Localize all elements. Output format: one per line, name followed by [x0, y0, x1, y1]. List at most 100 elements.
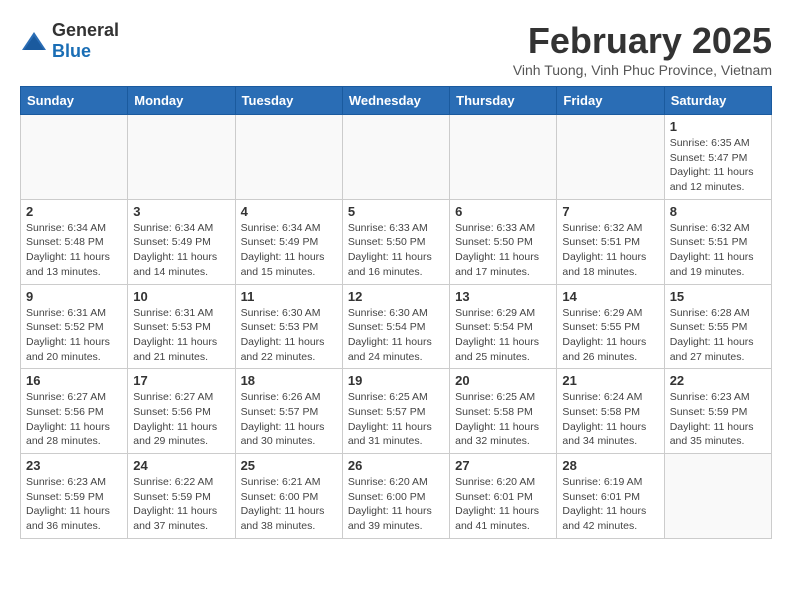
calendar-cell: 3Sunrise: 6:34 AMSunset: 5:49 PMDaylight…: [128, 199, 235, 284]
day-info: Sunrise: 6:23 AMSunset: 5:59 PMDaylight:…: [670, 390, 766, 449]
calendar-cell: 8 Sunrise: 6:32 AMSunset: 5:51 PMDaylight…: [664, 199, 771, 284]
day-header-thursday: Thursday: [450, 87, 557, 115]
day-number: 13: [455, 289, 551, 304]
day-number: 27: [455, 458, 551, 473]
day-info: Sunrise: 6:35 AMSunset: 5:47 PMDaylight:…: [670, 136, 766, 195]
header: General Blue February 2025 Vinh Tuong, V…: [20, 20, 772, 78]
day-info: Sunrise: 6:34 AMSunset: 5:48 PMDaylight:…: [26, 221, 122, 280]
day-header-wednesday: Wednesday: [342, 87, 449, 115]
day-info: Sunrise: 6:21 AMSunset: 6:00 PMDaylight:…: [241, 475, 337, 534]
calendar-cell: 19Sunrise: 6:25 AMSunset: 5:57 PMDayligh…: [342, 369, 449, 454]
day-info: Sunrise: 6:34 AMSunset: 5:49 PMDaylight:…: [133, 221, 229, 280]
day-number: 20: [455, 373, 551, 388]
logo-icon: [20, 30, 48, 52]
day-info: Sunrise: 6:26 AMSunset: 5:57 PMDaylight:…: [241, 390, 337, 449]
day-headers-row: SundayMondayTuesdayWednesdayThursdayFrid…: [21, 87, 772, 115]
day-info: Sunrise: 6:24 AMSunset: 5:58 PMDaylight:…: [562, 390, 658, 449]
day-number: 24: [133, 458, 229, 473]
week-row-3: 9 Sunrise: 6:31 AMSunset: 5:52 PMDaylight…: [21, 284, 772, 369]
calendar-subtitle: Vinh Tuong, Vinh Phuc Province, Vietnam: [513, 62, 772, 78]
calendar-table: SundayMondayTuesdayWednesdayThursdayFrid…: [20, 86, 772, 539]
calendar-cell: 11 Sunrise: 6:30 AMSunset: 5:53 PMDayligh…: [235, 284, 342, 369]
calendar-cell: 14Sunrise: 6:29 AMSunset: 5:55 PMDayligh…: [557, 284, 664, 369]
day-number: 6: [455, 204, 551, 219]
day-info: Sunrise: 6:31 AMSunset: 5:53 PMDaylight:…: [133, 306, 229, 365]
day-number: 9: [26, 289, 122, 304]
day-info: Sunrise: 6:32 AMSunset: 5:51 PMDaylight:…: [670, 221, 766, 280]
calendar-cell: 25 Sunrise: 6:21 AMSunset: 6:00 PMDayligh…: [235, 454, 342, 539]
day-info: Sunrise: 6:20 AMSunset: 6:00 PMDaylight:…: [348, 475, 444, 534]
calendar-cell: 7 Sunrise: 6:32 AMSunset: 5:51 PMDaylight…: [557, 199, 664, 284]
day-number: 19: [348, 373, 444, 388]
logo-blue: Blue: [52, 41, 91, 61]
day-info: Sunrise: 6:30 AMSunset: 5:54 PMDaylight:…: [348, 306, 444, 365]
day-info: Sunrise: 6:33 AMSunset: 5:50 PMDaylight:…: [348, 221, 444, 280]
logo-general: General: [52, 20, 119, 40]
day-number: 11: [241, 289, 337, 304]
day-number: 15: [670, 289, 766, 304]
day-number: 28: [562, 458, 658, 473]
day-info: Sunrise: 6:25 AMSunset: 5:58 PMDaylight:…: [455, 390, 551, 449]
day-number: 25: [241, 458, 337, 473]
day-number: 5: [348, 204, 444, 219]
day-number: 17: [133, 373, 229, 388]
day-number: 1: [670, 119, 766, 134]
day-number: 14: [562, 289, 658, 304]
day-info: Sunrise: 6:34 AMSunset: 5:49 PMDaylight:…: [241, 221, 337, 280]
day-number: 10: [133, 289, 229, 304]
calendar-cell: 21Sunrise: 6:24 AMSunset: 5:58 PMDayligh…: [557, 369, 664, 454]
day-header-sunday: Sunday: [21, 87, 128, 115]
day-header-tuesday: Tuesday: [235, 87, 342, 115]
week-row-2: 2Sunrise: 6:34 AMSunset: 5:48 PMDaylight…: [21, 199, 772, 284]
calendar-cell: [235, 115, 342, 200]
calendar-cell: 27 Sunrise: 6:20 AMSunset: 6:01 PMDayligh…: [450, 454, 557, 539]
calendar-cell: 15 Sunrise: 6:28 AMSunset: 5:55 PMDayligh…: [664, 284, 771, 369]
day-info: Sunrise: 6:29 AMSunset: 5:54 PMDaylight:…: [455, 306, 551, 365]
day-info: Sunrise: 6:30 AMSunset: 5:53 PMDaylight:…: [241, 306, 337, 365]
week-row-4: 16 Sunrise: 6:27 AMSunset: 5:56 PMDayligh…: [21, 369, 772, 454]
calendar-cell: [128, 115, 235, 200]
calendar-cell: 16 Sunrise: 6:27 AMSunset: 5:56 PMDayligh…: [21, 369, 128, 454]
day-header-saturday: Saturday: [664, 87, 771, 115]
day-info: Sunrise: 6:20 AMSunset: 6:01 PMDaylight:…: [455, 475, 551, 534]
day-number: 8: [670, 204, 766, 219]
day-number: 12: [348, 289, 444, 304]
day-info: Sunrise: 6:28 AMSunset: 5:55 PMDaylight:…: [670, 306, 766, 365]
calendar-cell: 13 Sunrise: 6:29 AMSunset: 5:54 PMDayligh…: [450, 284, 557, 369]
title-area: February 2025 Vinh Tuong, Vinh Phuc Prov…: [513, 20, 772, 78]
day-info: Sunrise: 6:33 AMSunset: 5:50 PMDaylight:…: [455, 221, 551, 280]
day-number: 26: [348, 458, 444, 473]
calendar-cell: 6 Sunrise: 6:33 AMSunset: 5:50 PMDaylight…: [450, 199, 557, 284]
day-number: 22: [670, 373, 766, 388]
day-info: Sunrise: 6:19 AMSunset: 6:01 PMDaylight:…: [562, 475, 658, 534]
day-info: Sunrise: 6:27 AMSunset: 5:56 PMDaylight:…: [26, 390, 122, 449]
day-info: Sunrise: 6:27 AMSunset: 5:56 PMDaylight:…: [133, 390, 229, 449]
day-info: Sunrise: 6:23 AMSunset: 5:59 PMDaylight:…: [26, 475, 122, 534]
calendar-cell: 1 Sunrise: 6:35 AMSunset: 5:47 PMDaylight…: [664, 115, 771, 200]
calendar-cell: 28 Sunrise: 6:19 AMSunset: 6:01 PMDayligh…: [557, 454, 664, 539]
calendar-cell: 26 Sunrise: 6:20 AMSunset: 6:00 PMDayligh…: [342, 454, 449, 539]
calendar-cell: 17 Sunrise: 6:27 AMSunset: 5:56 PMDayligh…: [128, 369, 235, 454]
day-number: 23: [26, 458, 122, 473]
day-info: Sunrise: 6:31 AMSunset: 5:52 PMDaylight:…: [26, 306, 122, 365]
day-info: Sunrise: 6:32 AMSunset: 5:51 PMDaylight:…: [562, 221, 658, 280]
calendar-title: February 2025: [513, 20, 772, 62]
calendar-cell: 22 Sunrise: 6:23 AMSunset: 5:59 PMDayligh…: [664, 369, 771, 454]
calendar-cell: 5 Sunrise: 6:33 AMSunset: 5:50 PMDaylight…: [342, 199, 449, 284]
calendar-cell: [450, 115, 557, 200]
day-number: 7: [562, 204, 658, 219]
logo: General Blue: [20, 20, 119, 62]
calendar-cell: 23 Sunrise: 6:23 AMSunset: 5:59 PMDayligh…: [21, 454, 128, 539]
calendar-cell: [664, 454, 771, 539]
calendar-cell: [342, 115, 449, 200]
calendar-cell: [557, 115, 664, 200]
calendar-cell: 4Sunrise: 6:34 AMSunset: 5:49 PMDaylight…: [235, 199, 342, 284]
week-row-1: 1 Sunrise: 6:35 AMSunset: 5:47 PMDaylight…: [21, 115, 772, 200]
calendar-cell: 20 Sunrise: 6:25 AMSunset: 5:58 PMDayligh…: [450, 369, 557, 454]
day-info: Sunrise: 6:22 AMSunset: 5:59 PMDaylight:…: [133, 475, 229, 534]
calendar-cell: 24 Sunrise: 6:22 AMSunset: 5:59 PMDayligh…: [128, 454, 235, 539]
day-number: 16: [26, 373, 122, 388]
day-header-monday: Monday: [128, 87, 235, 115]
day-header-friday: Friday: [557, 87, 664, 115]
calendar-cell: 10 Sunrise: 6:31 AMSunset: 5:53 PMDayligh…: [128, 284, 235, 369]
